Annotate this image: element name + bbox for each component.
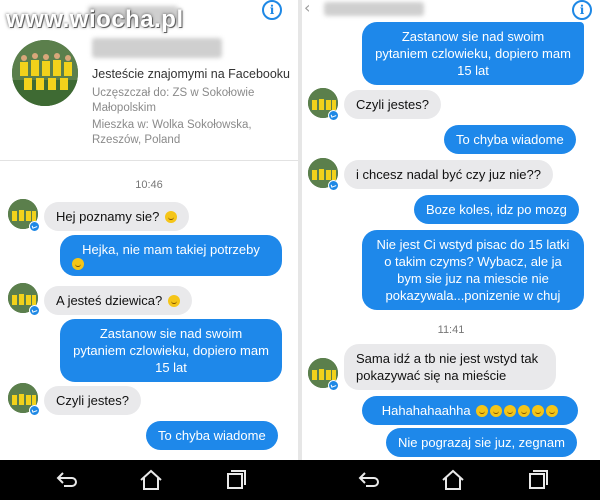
message-text: Hahahahaahha	[381, 403, 471, 418]
message-outgoing[interactable]: Nie pograzaj sie juz, zegnam	[386, 428, 577, 457]
message-incoming[interactable]: i chcesz nadal być czy juz nie??	[344, 160, 553, 189]
emoji-row	[474, 403, 559, 418]
right-screen: ‹ i Zastanow sie nad swoim pytaniem czlo…	[302, 0, 600, 460]
recents-icon[interactable]	[524, 468, 550, 492]
message-text: Zastanow sie nad swoim pytaniem czlowiek…	[375, 29, 571, 78]
message-outgoing[interactable]: Zastanow sie nad swoim pytaniem czlowiek…	[60, 319, 282, 382]
message-outgoing[interactable]: Hejka, nie mam takiej potrzeby	[60, 235, 282, 276]
laugh-emoji-icon	[546, 405, 559, 417]
message-text: To chyba wiadome	[158, 428, 266, 443]
laugh-emoji-icon	[504, 405, 517, 417]
messenger-badge-icon	[29, 305, 40, 316]
message-incoming[interactable]: Czyli jestes?	[44, 386, 141, 415]
chevron-left-icon[interactable]: ‹	[304, 0, 310, 17]
profile-separator	[0, 160, 298, 161]
profile-avatar[interactable]	[12, 40, 78, 106]
message-outgoing[interactable]: To chyba wiadome	[146, 421, 278, 450]
home-info: Mieszka w: Wolka Sokołowska, Rzeszów, Po…	[92, 119, 252, 146]
message-incoming[interactable]: A jesteś dziewica?	[44, 286, 192, 315]
back-icon[interactable]	[356, 468, 382, 492]
messenger-badge-icon	[328, 380, 339, 391]
android-navbar	[0, 460, 600, 500]
message-text: Hejka, nie mam takiej potrzeby	[82, 242, 260, 257]
message-text: To chyba wiadome	[456, 132, 564, 147]
team-photo-icon	[12, 40, 78, 106]
message-text: Boze koles, idz po mozg	[426, 202, 567, 217]
message-text: Nie pograzaj sie juz, zegnam	[398, 435, 565, 450]
message-text: Czyli jestes?	[356, 97, 429, 112]
message-text: Zastanow sie nad swoim pytaniem czlowiek…	[73, 326, 269, 375]
info-icon[interactable]: i	[572, 0, 592, 20]
laugh-emoji-icon	[490, 405, 503, 417]
message-text: i chcesz nadal być czy juz nie??	[356, 167, 541, 182]
laugh-emoji-icon	[476, 405, 489, 417]
message-text: Hej poznamy sie?	[56, 209, 160, 224]
left-screen: i Jesteście znajomymi na Facebooku Uczęs…	[0, 0, 298, 460]
grin-emoji-icon	[72, 258, 84, 270]
message-incoming[interactable]: Hej poznamy sie?	[44, 202, 189, 231]
grin-emoji-icon	[164, 211, 177, 223]
watermark: www.wiocha.pl	[6, 6, 184, 33]
message-text: Sama idź a tb nie jest wstyd tak pokazyw…	[356, 351, 539, 383]
message-text: A jesteś dziewica?	[56, 293, 163, 308]
messenger-badge-icon	[29, 221, 40, 232]
blurred-profile-name	[92, 38, 222, 58]
message-outgoing[interactable]: Boze koles, idz po mozg	[414, 195, 579, 224]
school-info: Uczęszczał do: ZS w Sokołowie Małopolski…	[92, 87, 255, 114]
message-incoming[interactable]: Czyli jestes?	[344, 90, 441, 119]
messenger-badge-icon	[328, 110, 339, 121]
message-outgoing[interactable]: To chyba wiadome	[444, 125, 576, 154]
screenshot: i Jesteście znajomymi na Facebooku Uczęs…	[0, 0, 600, 500]
message-incoming[interactable]: Sama idź a tb nie jest wstyd tak pokazyw…	[344, 344, 556, 390]
laugh-emoji-icon	[532, 405, 545, 417]
message-outgoing[interactable]: Zastanow sie nad swoim pytaniem czlowiek…	[362, 22, 584, 85]
home-icon[interactable]	[440, 468, 466, 492]
grin-emoji-icon	[167, 295, 180, 307]
timestamp: 11:41	[437, 324, 465, 336]
info-icon[interactable]: i	[262, 0, 282, 20]
back-icon[interactable]	[54, 468, 80, 492]
messenger-badge-icon	[328, 180, 339, 191]
message-outgoing[interactable]: Nie jest Ci wstyd pisac do 15 latki o ta…	[362, 230, 584, 310]
timestamp: 10:46	[135, 179, 163, 191]
friends-status: Jesteście znajomymi na Facebooku	[92, 67, 291, 81]
messenger-badge-icon	[29, 405, 40, 416]
message-outgoing[interactable]: Hahahahaahha	[362, 396, 578, 425]
message-text: Nie jest Ci wstyd pisac do 15 latki o ta…	[376, 237, 570, 303]
home-icon[interactable]	[138, 468, 164, 492]
blurred-header-name	[324, 2, 424, 16]
message-text: Czyli jestes?	[56, 393, 129, 408]
laugh-emoji-icon	[518, 405, 531, 417]
recents-icon[interactable]	[222, 468, 248, 492]
